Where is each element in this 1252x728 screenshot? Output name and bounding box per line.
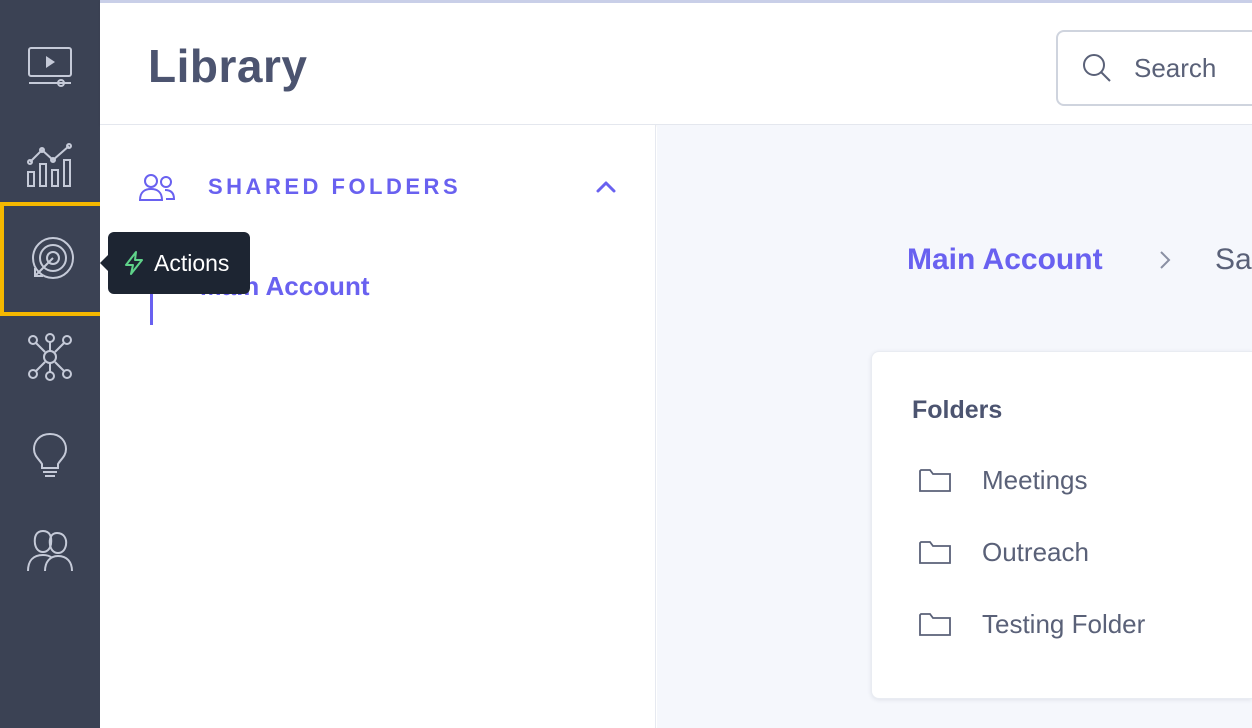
chevron-right-icon [1160, 251, 1171, 269]
lightning-icon [125, 251, 143, 275]
folder-item-testing-folder[interactable]: Testing Folder [918, 604, 1238, 644]
folder-item-meetings[interactable]: Meetings [918, 460, 1238, 500]
shared-folders-toggle[interactable]: SHARED FOLDERS [138, 169, 618, 205]
nav-rail [0, 0, 104, 728]
people-icon [27, 529, 73, 572]
nav-item-team[interactable] [0, 505, 100, 595]
actions-target-icon [32, 237, 74, 279]
chevron-up-icon[interactable] [594, 175, 618, 199]
lightbulb-icon [32, 432, 68, 477]
breadcrumb-current: Sa [1215, 243, 1252, 276]
folder-tree-panel: SHARED FOLDERS Main Account [100, 125, 656, 728]
nav-item-network[interactable] [0, 312, 100, 402]
folders-card: Folders Meetings Outreach Testing Folder [871, 351, 1252, 699]
folder-label: Meetings [982, 464, 1088, 495]
video-player-icon [28, 47, 72, 87]
page-header: Library [100, 0, 1252, 125]
nav-item-insights[interactable] [0, 410, 100, 500]
card-title: Folders [912, 396, 1003, 424]
tooltip-label: Actions [154, 249, 230, 276]
search-icon [1083, 54, 1111, 82]
nav-item-analytics[interactable] [0, 120, 100, 210]
network-nodes-icon [28, 333, 72, 381]
search-box[interactable] [1056, 30, 1252, 106]
breadcrumb-main-account[interactable]: Main Account [907, 243, 1103, 277]
folder-icon [919, 613, 951, 636]
main-content: Main Account Sa Folders Meetings Outreac… [657, 125, 1252, 728]
folder-item-outreach[interactable]: Outreach [918, 532, 1238, 572]
folder-label: Outreach [982, 536, 1089, 567]
search-input[interactable] [1134, 52, 1252, 84]
page-title: Library [148, 40, 308, 92]
actions-tooltip: Actions [100, 232, 250, 294]
section-title: SHARED FOLDERS [208, 174, 462, 199]
analytics-chart-icon [27, 143, 72, 187]
folder-label: Testing Folder [982, 608, 1146, 639]
folder-icon [919, 469, 951, 492]
folder-icon [919, 541, 951, 564]
people-icon [138, 174, 176, 201]
nav-item-videos[interactable] [0, 22, 100, 112]
nav-item-actions[interactable] [0, 202, 104, 316]
